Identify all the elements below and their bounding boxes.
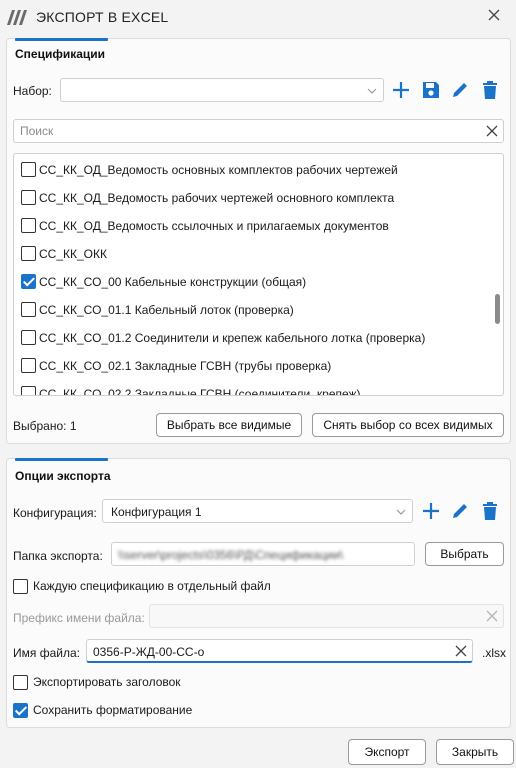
trash-icon — [483, 502, 497, 520]
specifications-title: Спецификации — [15, 47, 106, 61]
list-item-checkbox[interactable] — [21, 190, 36, 205]
list-item-checkbox[interactable] — [21, 162, 36, 177]
search-input[interactable] — [20, 123, 480, 139]
config-label: Конфигурация: — [13, 506, 97, 520]
plus-icon — [423, 503, 439, 519]
list-item-checkbox[interactable] — [21, 330, 36, 345]
specifications-panel: Спецификации Набор: СС_КК_ОД_Ведомость о… — [6, 38, 511, 444]
pencil-icon — [453, 504, 467, 518]
list-item-checkbox[interactable] — [21, 246, 36, 261]
separate-files-box[interactable] — [13, 579, 28, 594]
filename-value: 0356-Р-ЖД-00-СС-о — [93, 645, 205, 659]
list-item-label: СС_КК_СО_01.1 Кабельный лоток (проверка) — [39, 303, 294, 317]
list-item-checkbox[interactable] — [21, 218, 36, 233]
specifications-list: СС_КК_ОД_Ведомость основных комплектов р… — [13, 153, 504, 396]
set-label: Набор: — [13, 84, 52, 98]
edit-set-button[interactable] — [449, 79, 471, 101]
separate-files-label: Каждую спецификацию в отдельный файл — [33, 579, 271, 593]
add-config-button[interactable] — [420, 500, 442, 522]
export-folder-label: Папка экспорта: — [13, 549, 103, 563]
list-item-label: СС_КК_СО_02.1 Закладные ГСВН (трубы пров… — [39, 359, 332, 373]
export-header-label: Экспортировать заголовок — [33, 675, 181, 689]
close-button[interactable]: Закрыть — [436, 739, 514, 765]
delete-set-button[interactable] — [479, 79, 501, 101]
export-options-title: Опции экспорта — [15, 469, 111, 483]
list-item[interactable]: СС_КК_ОД_Ведомость основных комплектов р… — [14, 156, 492, 184]
panel-accent — [15, 38, 108, 41]
list-item-label: СС_КК_ОД_Ведомость ссылочных и прилагаем… — [39, 219, 389, 233]
config-value: Конфигурация 1 — [111, 505, 202, 519]
filename-label: Имя файла: — [13, 646, 80, 660]
list-item-label: СС_КК_СО_02.2 Закладные ГСВН (соединител… — [39, 387, 361, 396]
list-item-checkbox[interactable] — [21, 386, 36, 395]
panel-accent — [15, 458, 108, 461]
deselect-all-visible-button[interactable]: Снять выбор со всех видимых — [312, 413, 504, 437]
export-folder-value: \\server\projects\0356\РД\Спецификации\ — [118, 548, 344, 562]
list-scrollbar[interactable] — [495, 294, 500, 324]
select-all-visible-button[interactable]: Выбрать все видимые — [156, 413, 302, 437]
list-item-label: СС_КК_ОКК — [39, 247, 107, 261]
export-options-panel: Опции экспорта Конфигурация: Конфигураци… — [6, 458, 511, 728]
list-item-checkbox[interactable] — [21, 358, 36, 373]
export-header-box[interactable] — [13, 675, 28, 690]
list-item[interactable]: СС_КК_ОД_Ведомость ссылочных и прилагаем… — [14, 212, 492, 240]
list-item[interactable]: СС_КК_СО_00 Кабельные конструкции (общая… — [14, 268, 492, 296]
search-box — [13, 119, 504, 143]
keep-format-box[interactable] — [13, 703, 28, 718]
chevron-down-icon — [367, 88, 377, 94]
export-button[interactable]: Экспорт — [348, 739, 426, 765]
list-item-label: СС_КК_ОД_Ведомость основных комплектов р… — [39, 163, 398, 177]
clear-icon — [486, 610, 498, 622]
add-set-button[interactable] — [390, 79, 412, 101]
close-icon[interactable] — [486, 7, 502, 23]
list-item[interactable]: СС_КК_СО_02.1 Закладные ГСВН (трубы пров… — [14, 352, 492, 380]
export-folder-field[interactable]: \\server\projects\0356\РД\Спецификации\ — [111, 542, 415, 566]
clear-icon[interactable] — [454, 644, 468, 658]
selected-count: Выбрано: 1 — [13, 419, 77, 433]
list-item-label: СС_КК_СО_00 Кабельные конструкции (общая… — [39, 275, 307, 289]
app-logo-icon — [7, 10, 27, 25]
list-item-checkbox[interactable] — [21, 274, 36, 289]
delete-config-button[interactable] — [479, 500, 501, 522]
pencil-icon — [453, 83, 467, 97]
list-item[interactable]: СС_КК_СО_02.2 Закладные ГСВН (соединител… — [14, 380, 492, 396]
prefix-field[interactable] — [149, 604, 504, 628]
list-item[interactable]: СС_КК_ОД_Ведомость рабочих чертежей осно… — [14, 184, 492, 212]
config-combobox[interactable]: Конфигурация 1 — [102, 499, 413, 523]
filename-field[interactable]: 0356-Р-ЖД-00-СС-о — [86, 639, 473, 663]
window-title: ЭКСПОРТ В EXCEL — [36, 9, 169, 25]
list-item[interactable]: СС_КК_СО_01.2 Соединители и крепеж кабел… — [14, 324, 492, 352]
save-set-button[interactable] — [420, 79, 442, 101]
edit-config-button[interactable] — [449, 500, 471, 522]
list-item-label: СС_КК_СО_01.2 Соединители и крепеж кабел… — [39, 331, 426, 345]
list-item[interactable]: СС_КК_ОКК — [14, 240, 492, 268]
save-icon — [423, 82, 439, 98]
keep-format-label: Сохранить форматирование — [33, 703, 193, 717]
browse-folder-button[interactable]: Выбрать — [425, 542, 504, 566]
chevron-down-icon — [396, 509, 406, 515]
plus-icon — [393, 82, 409, 98]
prefix-label: Префикс имени файла: — [13, 611, 145, 625]
set-combobox[interactable] — [60, 78, 384, 102]
list-item-label: СС_КК_ОД_Ведомость рабочих чертежей осно… — [39, 191, 395, 205]
list-item-checkbox[interactable] — [21, 302, 36, 317]
file-extension: .xlsx — [482, 646, 506, 660]
trash-icon — [483, 81, 497, 99]
clear-icon[interactable] — [485, 124, 499, 138]
title-bar: ЭКСПОРТ В EXCEL — [0, 0, 516, 34]
list-item[interactable]: СС_КК_СО_01.1 Кабельный лоток (проверка) — [14, 296, 492, 324]
